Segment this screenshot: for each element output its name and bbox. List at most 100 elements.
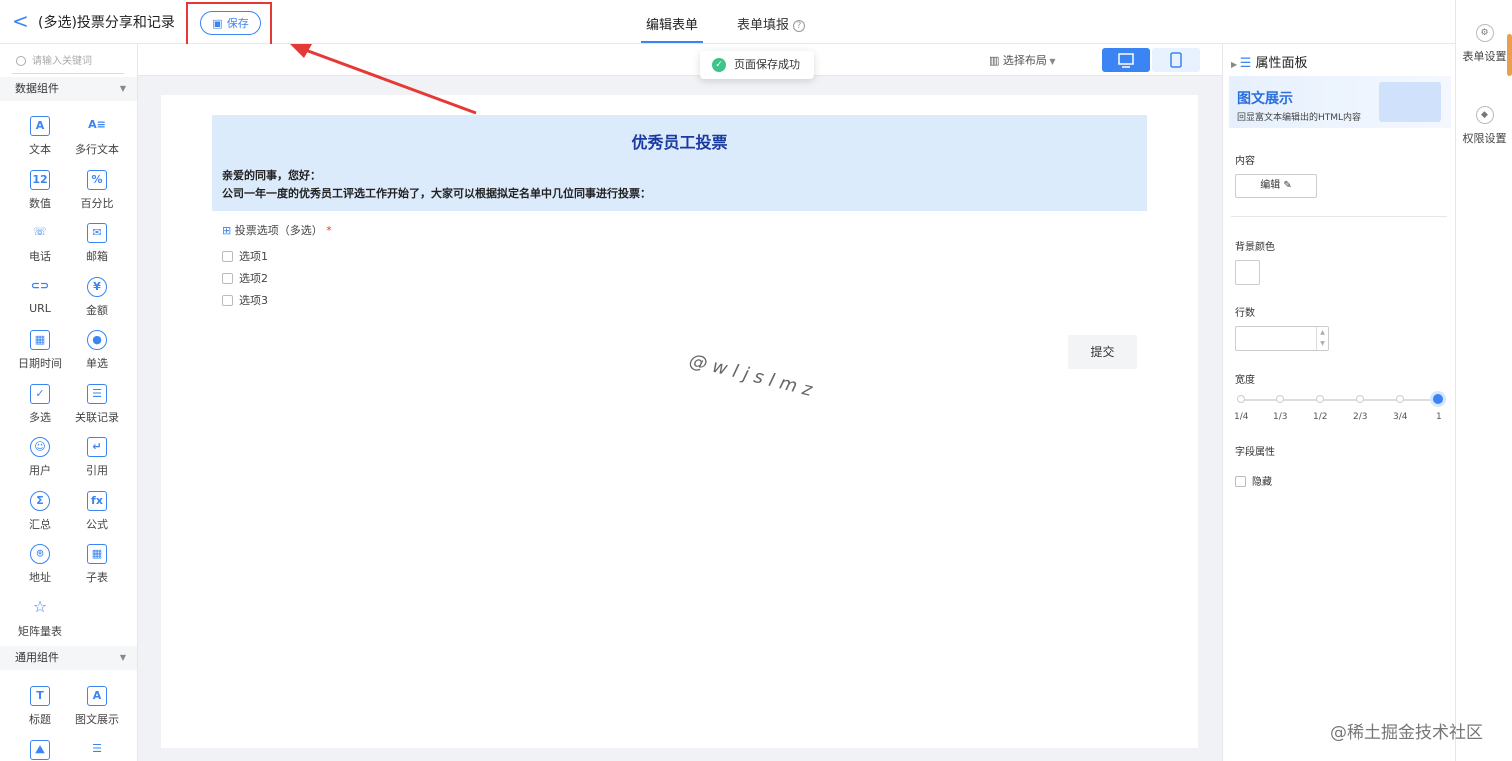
component-percent[interactable]: % 百分比 xyxy=(69,170,125,211)
component-datetime[interactable]: ▦ 日期时间 xyxy=(12,330,68,371)
component-email[interactable]: ✉ 邮箱 xyxy=(69,223,125,264)
heading-icon: T xyxy=(30,686,50,706)
percent-icon: % xyxy=(87,170,107,190)
slider-stop[interactable] xyxy=(1396,395,1404,403)
component-linked-record[interactable]: ☰ 关联记录 xyxy=(69,384,125,425)
help-icon[interactable]: ? xyxy=(793,20,806,32)
banner-title: 图文展示 xyxy=(1237,91,1293,107)
component-single-select[interactable]: ● 单选 xyxy=(69,330,125,371)
hide-option[interactable]: 隐藏 xyxy=(1235,473,1272,488)
option-2[interactable]: 选项2 xyxy=(222,270,268,286)
component-amount[interactable]: ¥ 金额 xyxy=(69,277,125,318)
component-reference[interactable]: ↵ 引用 xyxy=(69,437,125,478)
table-icon: ▦ xyxy=(87,544,107,564)
component-address[interactable]: ⌾ 地址 xyxy=(12,544,68,585)
content-label: 内容 xyxy=(1235,156,1255,167)
edit-label: 编辑 xyxy=(1260,180,1281,191)
rail-scroll-handle[interactable] xyxy=(1507,34,1512,76)
component-multi-select[interactable]: ✓ 多选 xyxy=(12,384,68,425)
reference-icon: ↵ xyxy=(87,437,107,457)
vote-field-label[interactable]: ⊞ 投票选项（多选） * xyxy=(222,222,332,238)
component-banner: 图文展示 回显富文本编辑出的HTML内容 xyxy=(1229,76,1451,128)
checkbox[interactable] xyxy=(222,251,233,262)
component-formula[interactable]: fx 公式 xyxy=(69,491,125,532)
component-label: 关联记录 xyxy=(75,411,119,424)
phone-icon: ☏ xyxy=(33,225,47,238)
form-heading: 优秀员工投票 xyxy=(631,133,728,152)
component-matrix-scale[interactable]: ☆ 矩阵量表 xyxy=(12,598,68,639)
tab-form-fill[interactable]: 表单填报? xyxy=(737,14,806,33)
width-tick: 3/4 xyxy=(1393,412,1408,422)
back-icon[interactable]: < xyxy=(12,10,32,32)
rail-permission-settings[interactable]: ◆ 权限设置 xyxy=(1456,106,1512,146)
component-rich-display[interactable]: A 图文展示 xyxy=(69,686,125,727)
component-heading[interactable]: T 标题 xyxy=(12,686,68,727)
component-user[interactable]: ☺ 用户 xyxy=(12,437,68,478)
component-summary[interactable]: Σ 汇总 xyxy=(12,491,68,532)
component-label: 多选 xyxy=(29,411,51,424)
option-1[interactable]: 选项1 xyxy=(222,248,268,264)
slider-stop[interactable] xyxy=(1237,395,1245,403)
component-search-input[interactable]: 请输入关键词 xyxy=(12,50,124,74)
search-icon xyxy=(16,56,26,66)
option-label: 选项3 xyxy=(239,294,268,307)
mobile-view-button[interactable] xyxy=(1152,48,1200,72)
component-label: 多行文本 xyxy=(75,143,119,156)
vote-field-label-text: 投票选项（多选） xyxy=(234,224,323,237)
submit-button[interactable]: 提交 xyxy=(1068,335,1137,369)
hide-checkbox[interactable] xyxy=(1235,476,1246,487)
slider-stop[interactable] xyxy=(1316,395,1324,403)
width-slider[interactable] xyxy=(1241,399,1438,401)
rows-input[interactable]: ▲ ▼ xyxy=(1235,326,1329,351)
component-label: 子表 xyxy=(86,571,108,584)
search-placeholder: 请输入关键词 xyxy=(32,56,92,67)
component-label: 日期时间 xyxy=(18,357,62,370)
field-attr-label: 字段属性 xyxy=(1235,447,1275,458)
component-list[interactable]: ☰ xyxy=(69,740,125,761)
rich-display-illustration xyxy=(1379,82,1441,122)
yen-icon: ¥ xyxy=(87,277,107,297)
slider-handle[interactable] xyxy=(1433,394,1443,404)
width-tick: 1 xyxy=(1436,412,1442,422)
component-multiline-text[interactable]: A≡ 多行文本 xyxy=(69,116,125,157)
star-icon: ☆ xyxy=(32,597,48,616)
divider xyxy=(1231,216,1447,217)
group-common-label: 通用组件 xyxy=(15,651,59,664)
canvas-toolbar: ▥ 选择布局 ▼ xyxy=(138,44,1222,76)
layout-select[interactable]: ▥ 选择布局 ▼ xyxy=(989,52,1056,68)
component-label: 百分比 xyxy=(80,197,114,210)
rich-display-block[interactable]: 优秀员工投票 亲爱的同事，您好： 公司一年一度的优秀员工评选工作开始了，大家可以… xyxy=(212,115,1147,211)
rail-form-settings[interactable]: ⚙ 表单设置 xyxy=(1456,24,1512,64)
group-common-components[interactable]: 通用组件 ▼ xyxy=(0,646,137,670)
link-icon: ⊂⊃ xyxy=(30,279,50,292)
slider-stop[interactable] xyxy=(1276,395,1284,403)
component-subtable[interactable]: ▦ 子表 xyxy=(69,544,125,585)
property-panel: ▶ ☰ 属性面板 图文展示 回显富文本编辑出的HTML内容 内容 编辑 ✎ 背景… xyxy=(1222,44,1455,761)
component-url[interactable]: ⊂⊃ URL xyxy=(12,277,68,315)
component-label: 地址 xyxy=(29,571,51,584)
component-phone[interactable]: ☏ 电话 xyxy=(12,223,68,264)
desktop-view-button[interactable] xyxy=(1102,48,1150,72)
rail-form-settings-label: 表单设置 xyxy=(1462,50,1507,63)
component-text[interactable]: A 文本 xyxy=(12,116,68,157)
panel-icon: ☰ xyxy=(1239,56,1256,71)
checkbox[interactable] xyxy=(222,273,233,284)
summary-icon: Σ xyxy=(30,491,50,511)
intro-text: 公司一年一度的优秀员工评选工作开始了，大家可以根据拟定名单中几位同事进行投票： xyxy=(222,187,651,200)
option-label: 选项2 xyxy=(239,272,268,285)
caret-right-icon: ▶ xyxy=(1231,60,1240,69)
stepper-icon[interactable]: ▲ ▼ xyxy=(1316,327,1328,350)
component-sidebar: 请输入关键词 数据组件 ▼ A 文本 A≡ 多行文本 12 数值 % 百分比 ☏ 电话 ✉ 邮… xyxy=(0,44,138,761)
bg-color-picker[interactable] xyxy=(1235,260,1260,285)
component-image[interactable]: ⛰ xyxy=(12,740,68,761)
component-number[interactable]: 12 数值 xyxy=(12,170,68,211)
property-panel-header[interactable]: ▶ ☰ 属性面板 xyxy=(1231,52,1308,71)
text-icon: A xyxy=(30,116,50,136)
edit-content-button[interactable]: 编辑 ✎ xyxy=(1235,174,1317,198)
component-label: 用户 xyxy=(29,464,51,477)
tab-edit-form[interactable]: 编辑表单 xyxy=(646,14,698,33)
option-3[interactable]: 选项3 xyxy=(222,292,268,308)
slider-stop[interactable] xyxy=(1356,395,1364,403)
group-data-components[interactable]: 数据组件 ▼ xyxy=(0,77,137,101)
checkbox[interactable] xyxy=(222,295,233,306)
